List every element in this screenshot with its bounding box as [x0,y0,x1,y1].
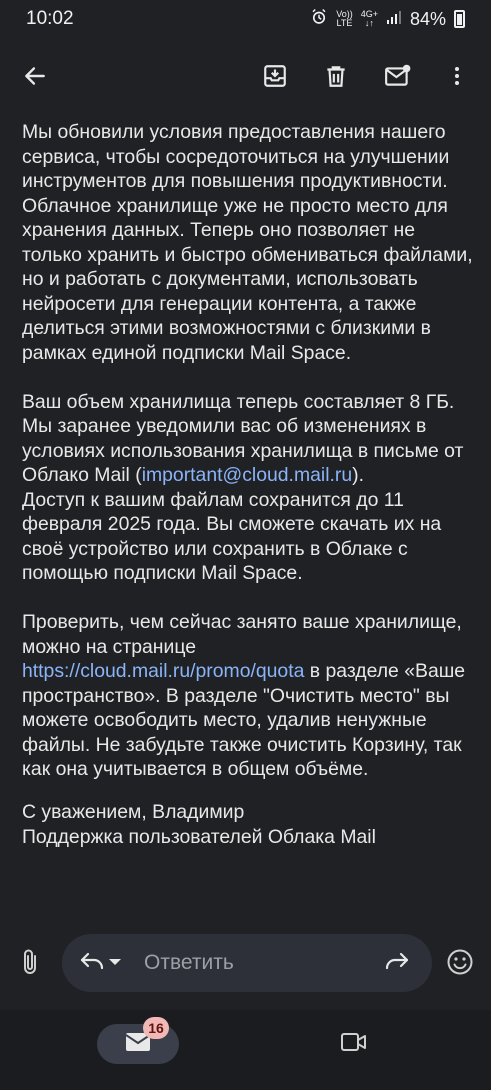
more-vert-icon [445,63,469,94]
video-icon [340,1031,368,1058]
volte-indicator: Vo)) LTE [336,10,353,28]
mark-unread-icon [384,63,412,94]
alarm-icon [310,8,328,31]
email-paragraph-2: Ваш объем хранилища теперь составляет 8 … [22,390,477,586]
emoji-button[interactable] [438,942,482,986]
app-bar [0,38,491,118]
archive-button[interactable] [253,56,297,100]
mark-unread-button[interactable] [376,56,420,100]
email-signature: С уважением, Владимир Поддержка пользова… [22,800,477,849]
battery-percent: 84% [409,8,446,29]
reply-compose-pill[interactable]: Ответить [62,934,432,992]
signal-icon [386,9,402,30]
email-paragraph-3-text: Проверить, чем сейчас занято ваше хранил… [22,611,462,658]
status-icons: Vo)) LTE 4G+ ↓↑ 84% [310,8,465,31]
dropdown-icon [108,954,122,972]
email-body: Мы обновили условия предоставления нашег… [22,120,477,918]
reply-bar: Ответить [0,918,491,1010]
forward-button[interactable] [375,941,419,985]
back-button[interactable] [13,56,57,100]
forward-icon [384,950,410,977]
signature-line-1: С уважением, Владимир [22,801,245,823]
status-time: 10:02 [26,8,74,29]
reply-mode-dropdown[interactable] [102,941,128,985]
archive-icon [262,63,288,94]
mail-unread-badge: 16 [143,1017,169,1039]
battery-icon [454,10,465,28]
support-email-link[interactable]: important@cloud.mail.ru [142,464,352,486]
email-paragraph-2-close: ). [352,464,364,486]
data-bottom: ↓↑ [364,18,374,28]
email-paragraph-3: Проверить, чем сейчас занято ваше хранил… [22,610,477,782]
delete-button[interactable] [314,56,358,100]
delete-icon [323,63,349,94]
status-bar: 10:02 Vo)) LTE 4G+ ↓↑ 84% [0,0,491,38]
emoji-icon [446,948,474,981]
quota-link[interactable]: https://cloud.mail.ru/promo/quota [22,660,304,682]
nav-meet-tab[interactable] [332,1022,376,1066]
signature-line-2: Поддержка пользователей Облака Mail [22,825,376,848]
arrow-back-icon [22,63,48,94]
volte-bottom: LTE [336,18,353,28]
email-paragraph-1: Мы обновили условия предоставления нашег… [22,121,473,364]
attach-button[interactable] [8,942,52,986]
reply-label[interactable]: Ответить [144,951,234,975]
more-options-button[interactable] [435,56,479,100]
bottom-navigation: 16 [0,1010,491,1090]
attach-icon [19,948,41,981]
email-paragraph-2-line2: Доступ к вашим файлам сохранится до 11 ф… [22,488,442,585]
data-indicator: 4G+ ↓↑ [361,10,378,28]
